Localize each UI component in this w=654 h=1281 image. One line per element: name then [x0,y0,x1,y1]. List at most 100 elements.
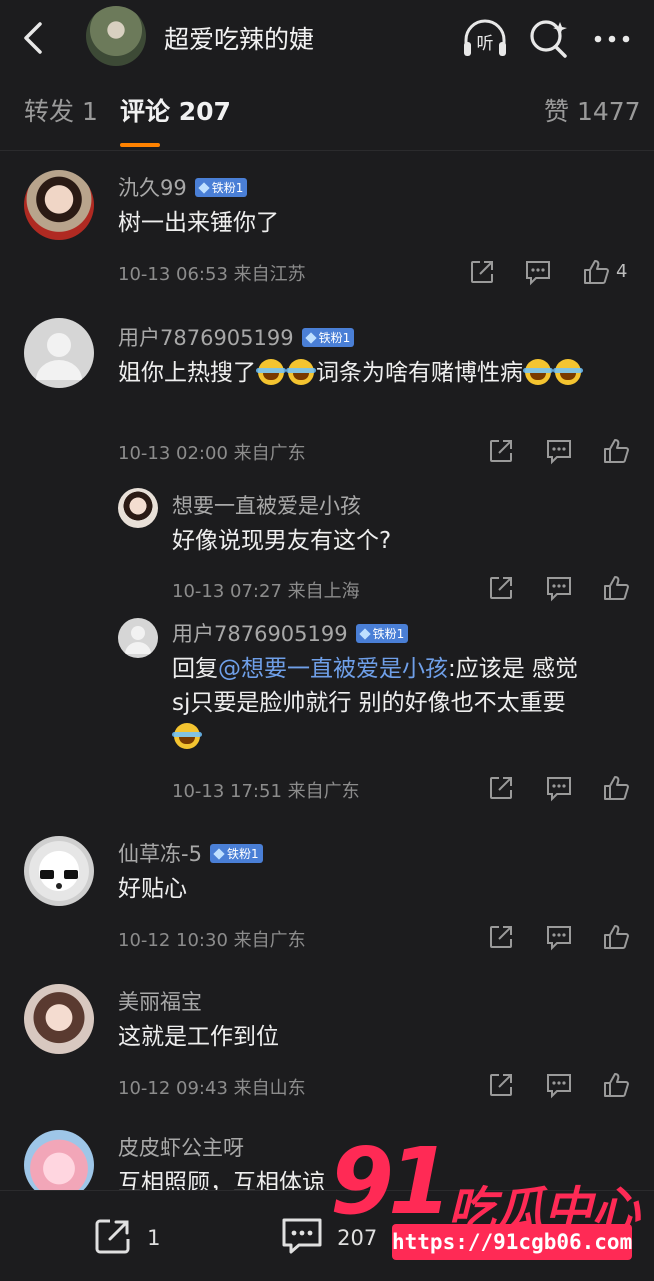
fan-badge: 铁粉1 [194,178,248,197]
comment-meta: 10-13 07:27 来自上海 [172,577,360,603]
listen-icon[interactable]: 听 [460,14,510,64]
comment-text: 树一出来锤你了 [118,210,279,236]
active-tab-indicator [120,143,160,147]
laugh-cry-emoji-icon [172,723,202,749]
comment-meta: 10-12 09:43 来自山东 [118,1074,306,1100]
like-icon[interactable] [602,923,630,951]
badge-label: 铁粉1 [226,847,259,861]
like-count: 4 [616,261,628,282]
repost-icon [92,1215,134,1261]
watermark-url: https://91cgb06.com [392,1224,632,1260]
comment-icon[interactable] [545,574,573,602]
comment-icon[interactable] [524,258,552,286]
comment-text-part: 词条为啥有赌博性病 [316,360,523,386]
location: 来自上海 [287,581,360,602]
comment-meta: 10-12 10:30 来自广东 [118,926,306,952]
share-icon[interactable] [487,923,515,951]
comment-meta: 10-13 17:51 来自广东 [172,777,360,803]
comment-text-part: 姐你上热搜了 [118,360,256,386]
more-icon[interactable] [588,14,638,64]
badge-label: 铁粉1 [211,181,244,195]
username[interactable]: 美丽福宝 [118,986,202,1016]
comment-text: 姐你上热搜了 词条为啥有赌博性病 [118,356,628,390]
avatar[interactable] [24,170,94,240]
fan-badge: 铁粉1 [355,624,409,643]
diamond-icon [198,182,210,194]
timestamp: 10-13 07:27 [172,581,282,602]
comment-text: 好像说现男友有这个? [172,528,392,554]
diamond-icon [358,628,371,640]
fan-badge: 铁粉1 [209,844,263,863]
username[interactable]: 氿久99 铁粉1 [118,172,248,202]
share-icon[interactable] [468,258,496,286]
top-bar: 超爱吃辣的婕 听 [0,0,654,78]
username-text: 用户7876905199 [118,326,294,350]
location: 来自江苏 [233,264,306,285]
comment-bubble-icon [280,1215,324,1261]
like-icon[interactable] [602,1071,630,1099]
share-icon[interactable] [487,1071,515,1099]
avatar[interactable] [24,984,94,1054]
comment-icon[interactable] [545,923,573,951]
laugh-cry-emoji-icon [553,359,583,385]
timestamp: 10-12 09:43 [118,1078,228,1099]
search-icon[interactable] [524,14,574,64]
comment-text-part: sj只要是脸帅就行 别的好像也不太重要 [172,690,566,716]
location: 来自广东 [233,443,306,464]
laugh-cry-emoji-icon [256,359,286,385]
reply-prefix: 回复 [172,656,218,682]
badge-label: 铁粉1 [318,331,351,345]
listen-label: 听 [477,34,494,54]
diamond-icon [304,332,317,344]
avatar[interactable] [118,618,158,658]
tab-likes[interactable]: 赞 1477 [544,92,641,128]
diamond-icon [213,848,225,860]
like-icon[interactable] [582,258,610,286]
comment-meta: 10-13 02:00 来自广东 [118,439,306,465]
avatar[interactable] [118,488,158,528]
avatar[interactable] [24,836,94,906]
timestamp: 10-13 17:51 [172,781,282,802]
laugh-cry-emoji-icon [286,359,316,385]
divider [0,150,654,151]
comment-text: 回复@想要一直被爱是小孩:应该是 感觉 sj只要是脸帅就行 别的好像也不太重要 [172,652,622,754]
comment-meta: 10-13 06:53 来自江苏 [118,260,306,286]
like-icon[interactable] [602,774,630,802]
username[interactable]: 用户7876905199 铁粉1 [172,618,409,648]
comment-text: 这就是工作到位 [118,1024,279,1050]
like-icon[interactable] [602,437,630,465]
repost-button[interactable]: 1 [92,1215,160,1261]
fan-badge: 铁粉1 [301,328,355,347]
repost-count: 1 [147,1226,161,1250]
like-icon[interactable] [602,574,630,602]
share-icon[interactable] [487,437,515,465]
username[interactable]: 用户7876905199 铁粉1 [118,322,355,352]
watermark-logo: 91 [330,1128,452,1235]
username-text: 氿久99 [118,176,187,200]
comment-icon[interactable] [545,774,573,802]
back-icon[interactable] [14,18,50,58]
author-avatar[interactable] [86,6,146,66]
comment-icon[interactable] [545,1071,573,1099]
laugh-cry-emoji-icon [523,359,553,385]
username[interactable]: 想要一直被爱是小孩 [172,490,361,520]
username[interactable]: 仙草冻-5 铁粉1 [118,838,263,868]
tab-repost[interactable]: 转发 1 [24,92,98,128]
username[interactable]: 皮皮虾公主呀 [118,1132,244,1162]
location: 来自广东 [233,930,306,951]
comment-text: 好贴心 [118,876,187,902]
location: 来自广东 [287,781,360,802]
username-text: 仙草冻-5 [118,842,202,866]
comment-icon[interactable] [545,437,573,465]
tab-comments[interactable]: 评论 207 [120,92,231,128]
timestamp: 10-13 06:53 [118,264,228,285]
mention-link[interactable]: @想要一直被爱是小孩 [218,656,448,682]
username-text: 用户7876905199 [172,622,348,646]
author-name[interactable]: 超爱吃辣的婕 [164,20,314,56]
avatar[interactable] [24,318,94,388]
share-icon[interactable] [487,774,515,802]
timestamp: 10-13 02:00 [118,443,228,464]
share-icon[interactable] [487,574,515,602]
badge-label: 铁粉1 [372,627,405,641]
location: 来自山东 [233,1078,306,1099]
